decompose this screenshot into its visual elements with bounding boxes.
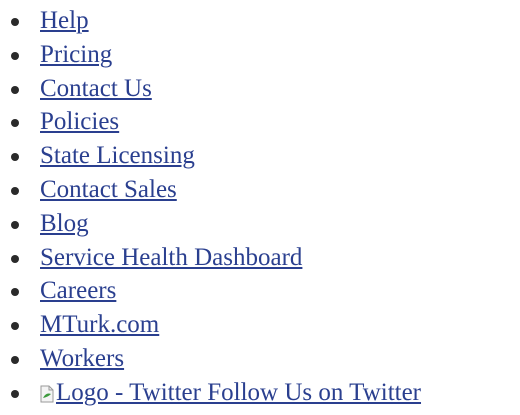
list-item: Service Health Dashboard: [0, 241, 520, 275]
footer-link-list: Help Pricing Contact Us Policies State L…: [0, 4, 520, 410]
list-item: MTurk.com: [0, 308, 520, 342]
list-item: Logo - Twitter Follow Us on Twitter: [0, 376, 520, 410]
help-link[interactable]: Help: [40, 4, 89, 38]
bullet-icon: [11, 18, 19, 26]
service-health-dashboard-link[interactable]: Service Health Dashboard: [40, 241, 302, 275]
bullet-icon: [11, 85, 19, 94]
policies-link[interactable]: Policies: [40, 105, 119, 139]
bullet-icon: [11, 355, 19, 364]
bullet-icon: [11, 322, 19, 331]
broken-image-icon: [40, 385, 54, 403]
bullet-icon: [11, 119, 19, 128]
mturk-com-link[interactable]: MTurk.com: [40, 308, 159, 342]
list-item: Blog: [0, 207, 520, 241]
list-item: Help: [0, 4, 520, 38]
list-item: State Licensing: [0, 139, 520, 173]
bullet-icon: [11, 389, 19, 398]
workers-link[interactable]: Workers: [40, 342, 124, 376]
state-licensing-link[interactable]: State Licensing: [40, 139, 195, 173]
twitter-follow-link[interactable]: Logo - Twitter Follow Us on Twitter: [40, 376, 421, 410]
contact-us-link[interactable]: Contact Us: [40, 72, 152, 106]
careers-link[interactable]: Careers: [40, 274, 116, 308]
contact-sales-link[interactable]: Contact Sales: [40, 173, 177, 207]
list-item: Contact Us: [0, 72, 520, 106]
list-item: Pricing: [0, 38, 520, 72]
bullet-icon: [11, 51, 19, 60]
bullet-icon: [11, 153, 19, 162]
bullet-icon: [11, 220, 19, 229]
list-item: Careers: [0, 274, 520, 308]
pricing-link[interactable]: Pricing: [40, 38, 112, 72]
list-item: Contact Sales: [0, 173, 520, 207]
twitter-follow-label: Logo - Twitter Follow Us on Twitter: [56, 378, 422, 406]
blog-link[interactable]: Blog: [40, 207, 89, 241]
list-item: Workers: [0, 342, 520, 376]
bullet-icon: [11, 288, 19, 297]
list-item: Policies: [0, 105, 520, 139]
bullet-icon: [11, 186, 19, 195]
bullet-icon: [11, 254, 19, 263]
